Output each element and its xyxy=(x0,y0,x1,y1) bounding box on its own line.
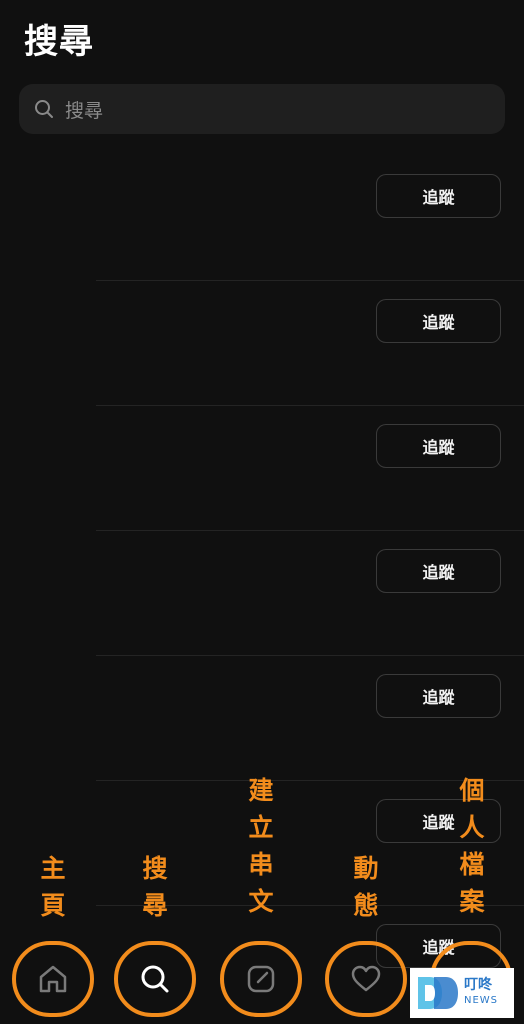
list-item: 追蹤 xyxy=(0,281,524,406)
follow-button[interactable]: 追蹤 xyxy=(376,299,501,343)
follow-button[interactable]: 追蹤 xyxy=(376,674,501,718)
follow-button[interactable]: 追蹤 xyxy=(376,549,501,593)
heart-icon xyxy=(349,962,383,996)
nav-annotation-search: 搜 尋 xyxy=(142,854,168,920)
nav-activity-button[interactable] xyxy=(325,941,407,1017)
nav-annotation-home: 主 頁 xyxy=(40,854,66,920)
logo-mark-icon xyxy=(416,973,460,1013)
follow-button[interactable]: 追蹤 xyxy=(376,174,501,218)
nav-annotation-compose: 建 立 串 文 xyxy=(248,776,274,916)
list-item: 追蹤 xyxy=(0,406,524,531)
nav-search-button[interactable] xyxy=(114,941,196,1017)
search-placeholder: 搜尋 xyxy=(65,99,104,122)
page-title: 搜尋 xyxy=(24,22,94,62)
compose-icon xyxy=(244,962,278,996)
watermark-name: 叮咚 xyxy=(464,977,492,993)
nav-compose-button[interactable] xyxy=(220,941,302,1017)
watermark-sub: NEWS xyxy=(464,995,499,1006)
home-icon xyxy=(36,962,70,996)
nav-annotation-profile: 個 人 檔 案 xyxy=(459,776,485,916)
list-item: 追蹤 xyxy=(0,156,524,281)
nav-home-button[interactable] xyxy=(12,941,94,1017)
search-page: 搜尋 搜尋 追蹤 追蹤 追蹤 追蹤 追蹤 追蹤 追蹤 主 頁 搜 尋 建 立 串… xyxy=(0,0,524,1024)
list-item: 追蹤 xyxy=(0,656,524,781)
watermark-logo: 叮咚 NEWS xyxy=(410,968,514,1018)
nav-annotation-activity: 動 態 xyxy=(353,854,379,920)
search-input[interactable]: 搜尋 xyxy=(19,84,505,134)
list-item: 追蹤 xyxy=(0,531,524,656)
search-icon xyxy=(33,98,55,120)
follow-button[interactable]: 追蹤 xyxy=(376,424,501,468)
search-icon xyxy=(138,962,172,996)
